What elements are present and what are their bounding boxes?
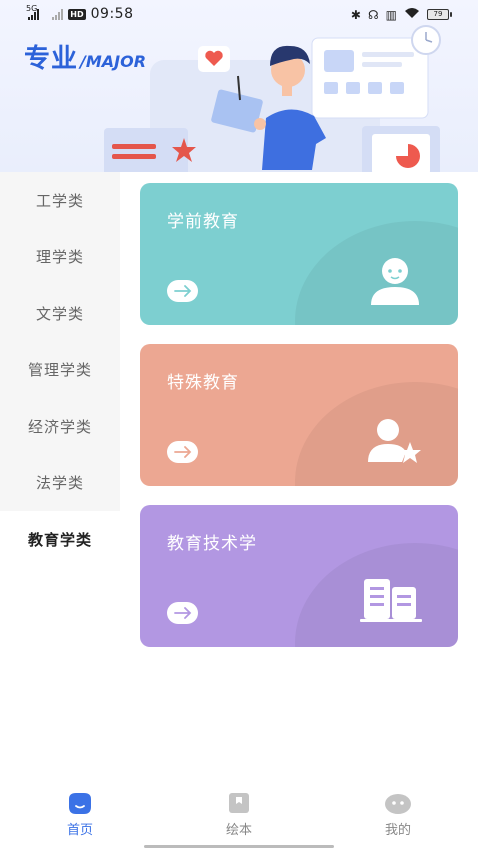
battery-icon: 79 [427,9,452,20]
page-title-en: /MAJOR [80,52,147,71]
person-star-icon [368,419,421,463]
category-item-economics[interactable]: 经济学类 [0,398,120,455]
bluetooth-icon: ✱ [350,7,361,22]
vibrate-icon: ▥ [385,7,397,22]
headphones-icon: ☊ [367,7,379,22]
major-card-educational-technology[interactable]: 教育技术学 [140,505,458,647]
network-type: 5G [26,3,38,13]
category-item-law[interactable]: 法学类 [0,455,120,512]
category-item-education[interactable]: 教育学类 [0,511,120,568]
tab-profile[interactable]: 我的 [353,790,443,838]
profile-icon [385,794,411,814]
home-icon [69,793,91,814]
tab-home[interactable]: 首页 [35,790,125,838]
category-list: 工学类 理学类 文学类 管理学类 经济学类 法学类 教育学类 [0,172,120,568]
major-card-title: 学前教育 [167,212,239,232]
battery-level: 79 [427,9,449,20]
tab-home-label: 首页 [66,823,93,838]
status-time: 09:58 [90,6,134,22]
building-icon [360,579,422,622]
wifi-icon [404,7,420,22]
arrow-right-icon[interactable] [167,602,198,624]
category-item-management[interactable]: 管理学类 [0,342,120,399]
tab-picture-book[interactable]: 绘本 [194,790,284,838]
major-card-title: 特殊教育 [167,373,239,393]
major-card-preschool-education[interactable]: 学前教育 [140,183,458,325]
home-indicator [144,845,334,848]
arrow-right-icon[interactable] [167,441,198,463]
tab-picture-book-label: 绘本 [225,823,252,838]
category-item-engineering[interactable]: 工学类 [0,172,120,229]
picture-book-icon [229,793,249,813]
page-title: 专业 /MAJOR [24,38,146,75]
category-item-science[interactable]: 理学类 [0,229,120,286]
arrow-right-icon[interactable] [167,280,198,302]
bottom-tab-bar: 首页 绘本 我的 [0,790,478,850]
status-bar: 5G HD 09:58 ✱ ☊ ▥ 79 [0,0,478,30]
major-card-title: 教育技术学 [167,534,257,554]
page-title-cn: 专业 [24,44,79,74]
child-icon [371,258,419,305]
tab-profile-label: 我的 [384,823,411,838]
major-card-special-education[interactable]: 特殊教育 [140,344,458,486]
second-signal-icon [52,8,64,20]
hd-badge-icon: HD [68,8,86,20]
category-item-literature[interactable]: 文学类 [0,285,120,342]
